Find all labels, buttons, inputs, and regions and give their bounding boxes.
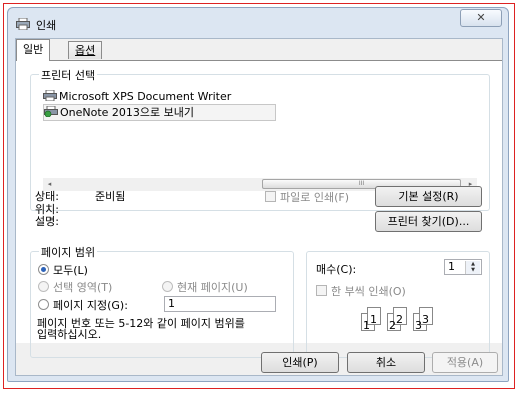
range-current-page-label: 현재 페이지(U) (177, 281, 248, 294)
find-printer-button-label: 프린터 찾기(D)... (387, 215, 470, 228)
print-to-file-label: 파일로 인쇄(F) (280, 191, 350, 204)
status-value: 준비됨 (95, 190, 126, 203)
close-button[interactable]: ✕ (460, 9, 502, 27)
page-range-hint-line2: 입력하십시오. (37, 328, 102, 341)
preferences-button-label: 기본 설정(R) (398, 190, 459, 203)
preferences-button[interactable]: 기본 설정(R) (375, 186, 482, 207)
collate-checkbox[interactable] (316, 285, 327, 296)
collate-number: 3 (415, 319, 422, 332)
collate-number: 1 (363, 319, 370, 332)
cancel-button-label: 취소 (375, 356, 397, 369)
collate-label: 한 부씩 인쇄(O) (331, 285, 406, 298)
window-title: 인쇄 (36, 19, 57, 32)
printer-item-label: Microsoft XPS Document Writer (59, 90, 232, 103)
collate-number: 1 (370, 313, 377, 326)
copies-input[interactable]: 1 ▲ ▼ (444, 259, 482, 275)
tab-general-label: 일반 (23, 43, 44, 56)
printer-icon (43, 90, 57, 101)
page-range-legend: 페이지 범위 (39, 244, 98, 260)
find-printer-button[interactable]: 프린터 찾기(D)... (375, 211, 482, 232)
collate-illustration: 1 1 2 2 3 3 (361, 307, 451, 337)
collate-number: 2 (396, 313, 403, 326)
page-range-input-value: 1 (168, 297, 175, 310)
print-button[interactable]: 인쇄(P) (261, 352, 339, 373)
print-button-label: 인쇄(P) (282, 356, 318, 369)
page-range-input[interactable]: 1 (164, 296, 276, 312)
grip-icon: III (358, 180, 365, 187)
collate-number: 3 (422, 313, 429, 326)
copies-input-value: 1 (448, 260, 455, 273)
range-selection-label: 선택 영역(T) (53, 281, 113, 294)
range-current-page-radio[interactable] (162, 281, 173, 292)
close-icon: ✕ (476, 11, 486, 24)
range-selection-radio[interactable] (38, 281, 49, 292)
printer-list[interactable]: Microsoft XPS Document Writer OneNote 20… (43, 89, 477, 153)
dialog-body: 일반 옵션 프린터 선택 Microsoft XPS Document Writ… (15, 38, 503, 376)
default-printer-icon (44, 106, 58, 117)
range-pages-label: 페이지 지정(G): (53, 299, 128, 312)
tab-general[interactable]: 일반 (16, 39, 51, 61)
print-to-file-checkbox[interactable] (265, 191, 276, 202)
spin-down-icon[interactable]: ▼ (466, 267, 480, 273)
title-bar[interactable]: 인쇄 ✕ (8, 8, 508, 40)
printer-select-legend: 프린터 선택 (39, 67, 98, 83)
printer-item-label: OneNote 2013으로 보내기 (60, 106, 195, 119)
tab-options-label: 옵션 (75, 44, 96, 57)
cancel-button[interactable]: 취소 (347, 352, 425, 373)
comment-label: 설명: (35, 215, 59, 228)
print-dialog: 인쇄 ✕ 일반 옵션 프린터 선택 Microsoft XPS Document… (7, 7, 509, 382)
range-all-radio[interactable] (38, 264, 49, 275)
range-pages-radio[interactable] (38, 299, 49, 310)
copies-spinner[interactable]: ▲ ▼ (465, 261, 480, 274)
apply-button[interactable]: 적용(A) (432, 352, 498, 373)
copies-label: 매수(C): (316, 263, 357, 276)
printer-item-selected[interactable]: OneNote 2013으로 보내기 (43, 104, 276, 121)
tab-options[interactable]: 옵션 (68, 41, 103, 59)
range-all-label: 모두(L) (53, 264, 88, 277)
apply-button-label: 적용(A) (446, 356, 484, 369)
general-panel: 프린터 선택 Microsoft XPS Document Writer One… (16, 60, 502, 358)
collate-number: 2 (389, 319, 396, 332)
printer-item[interactable]: Microsoft XPS Document Writer (43, 89, 231, 104)
printer-icon (16, 18, 30, 30)
